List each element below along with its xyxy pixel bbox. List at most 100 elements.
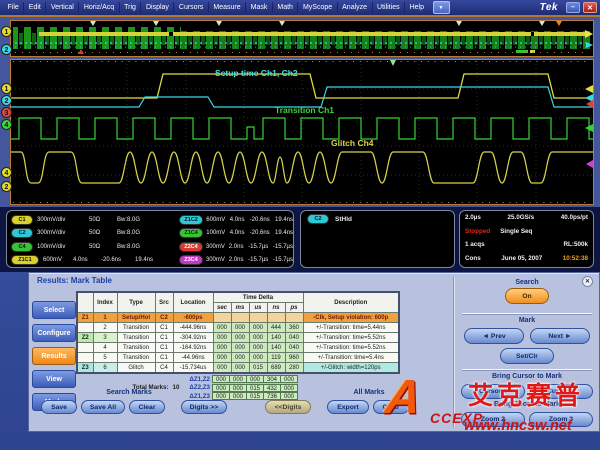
tab-view[interactable]: View (32, 370, 76, 388)
cons-label: Cons (465, 255, 481, 262)
chip-z4[interactable]: 4 (1, 167, 12, 178)
table-row[interactable]: Z11 Setup/HolC2 -600ps -Clk, Setup viola… (77, 313, 399, 323)
acq-count: 1 acqs (465, 241, 485, 248)
horizontal-readout: 2.0µs 25.0GS/s 40.0ps/pt Stopped Single … (459, 210, 594, 268)
chip-ch2[interactable]: 2 (1, 95, 12, 106)
bring-zoom-label: Bring Zoom to Mark (454, 401, 600, 408)
save-button[interactable]: Save (41, 400, 77, 414)
digits-back-button[interactable]: <<Digits (265, 400, 311, 414)
readout-c1[interactable]: C1 300mV/div 50Ω Bw:8.0G (11, 213, 179, 227)
chevron-down-icon[interactable]: ▼ (433, 1, 450, 14)
menu-utilities[interactable]: Utilities (373, 2, 406, 13)
channel-readouts: C1 300mV/div 50Ω Bw:8.0G C2 300mV/div 50… (6, 210, 294, 268)
scope-display: Setup time Ch1, Ch2 Transition Ch1 Glitc… (0, 17, 600, 207)
menu-edit[interactable]: Edit (24, 2, 46, 13)
chip-ch4[interactable]: 4 (1, 119, 12, 130)
sample-rate: 25.0GS/s (507, 214, 534, 221)
minimize-button[interactable]: – (566, 2, 580, 13)
trigger-readout: C2 StHld (300, 210, 455, 268)
save-all-button[interactable]: Save All (81, 400, 125, 414)
table-row[interactable]: 2 TransitionC1 -444.96ns 000000 000444 3… (77, 323, 399, 333)
table-row[interactable]: Z36 GlitchC4 -15.734us 000000 015689 280… (77, 363, 399, 374)
readout-z1c4[interactable]: Z1C4 100mV 4.0ns -20.6ns 19.4ns (179, 227, 293, 241)
clear-all-marks-button[interactable]: Clear (373, 400, 409, 414)
oscilloscope-app: { "menu": { "items": ["File","Edit","Ver… (0, 0, 600, 450)
readout-z1c2[interactable]: Z1C2 600mV 4.0ns -20.6ns 19.4ns (179, 213, 293, 227)
overview-waveform (11, 21, 593, 56)
zoom3-button[interactable]: Zoom 3 (529, 412, 593, 427)
chip-z2[interactable]: 2 (1, 181, 12, 192)
acq-status: Stopped (465, 228, 490, 235)
z-right-marker[interactable] (586, 160, 593, 168)
export-button[interactable]: Export (327, 400, 369, 414)
readout-z2c4[interactable]: Z2C4 300mV 2.0ns -15.7µs -15.7µs (179, 240, 293, 254)
main-waveforms: Setup time Ch1, Ch2 Transition Ch1 Glitc… (11, 60, 593, 204)
glitch-label: Glitch Ch4 (331, 138, 374, 148)
tab-results[interactable]: Results (32, 347, 76, 365)
menu-display[interactable]: Display (141, 2, 174, 13)
delta-z1z2-label: ΔZ1,Z2 (76, 376, 212, 383)
readout-c2[interactable]: C2 300mV/div 50Ω Bw:8.0G (11, 227, 179, 241)
mark-table: Index Type Src Location Time Delta Descr… (76, 291, 400, 401)
chip-ch1-overview[interactable]: 1 (1, 26, 12, 37)
table-row[interactable]: 4 TransitionC1 -164.92ns 000000 000140 0… (77, 343, 399, 353)
cursor1-button[interactable]: Cursor 1 (461, 384, 525, 399)
table-row[interactable]: Z23 TransitionC1 -304.92ns 000000 000140… (77, 333, 399, 343)
tab-select[interactable]: Select (32, 301, 76, 319)
acquisition-overview (10, 20, 594, 57)
digits-forward-button[interactable]: Digits >> (181, 400, 227, 414)
resolution: 40.0ps/pt (561, 214, 588, 221)
search-on-button[interactable]: On (505, 288, 549, 304)
acq-mode: Single Seq (500, 228, 532, 235)
readout-z3c4[interactable]: Z3C4 300mV 2.0ns -15.7µs -15.7µs (179, 254, 293, 268)
date: June 05, 2007 (501, 255, 542, 262)
main-graticule: Setup time Ch1, Ch2 Transition Ch1 Glitc… (10, 59, 594, 205)
search-label: Search (454, 279, 600, 286)
zoom2-button[interactable]: Zoom 2 (461, 412, 525, 427)
menu-measure[interactable]: Measure (209, 2, 246, 13)
menu-trig[interactable]: Trig (120, 2, 142, 13)
chip-ch2-overview[interactable]: 2 (1, 44, 12, 55)
tek-logo: Tek (540, 2, 558, 13)
menu-analyze[interactable]: Analyze (338, 2, 373, 13)
ch1-trace (11, 74, 593, 98)
delta-z2z3-label: ΔZ2,Z3 (189, 384, 210, 391)
menu-myscope[interactable]: MyScope (298, 2, 337, 13)
transition-label: Transition Ch1 (275, 105, 334, 115)
menu-cursors[interactable]: Cursors (174, 2, 209, 13)
menu-horizacq[interactable]: Horiz/Acq (79, 2, 119, 13)
search-marks-label: Search Marks (69, 389, 189, 396)
menu-file[interactable]: File (3, 2, 24, 13)
menu-vertical[interactable]: Vertical (46, 2, 79, 13)
mark-totals: ΔZ1,Z2 000000 000304 000 Total Marks: 10… (76, 375, 400, 401)
chip-ch3[interactable]: 3 (1, 107, 12, 118)
menu-math[interactable]: Math (273, 2, 299, 13)
chip-ch1[interactable]: 1 (1, 83, 12, 94)
set-clear-mark-button[interactable]: Set/Clr (500, 348, 554, 364)
readout-bar: C1 300mV/div 50Ω Bw:8.0G C2 300mV/div 50… (0, 207, 600, 272)
table-header-row: Index Type Src Location Time Delta Descr… (77, 292, 399, 303)
readout-z1c1[interactable]: Z1C1 600mV 4.0ns -20.6ns 19.4ns (11, 254, 179, 268)
divider (462, 369, 592, 370)
prev-mark-button[interactable]: ◄ Prev (464, 328, 524, 344)
cursor2-button[interactable]: Cursor 2 (529, 384, 593, 399)
tab-configure[interactable]: Configure (32, 324, 76, 342)
trigger-source[interactable]: C2 StHld (301, 211, 454, 227)
ch1-right-marker[interactable] (585, 85, 593, 93)
horiz-scale: 2.0µs (465, 214, 481, 221)
menu-help[interactable]: Help (405, 2, 428, 13)
bring-cursor-label: Bring Cursor to Mark (454, 373, 600, 380)
next-mark-button[interactable]: Next ► (530, 328, 590, 344)
record-length: RL:500k (564, 241, 589, 248)
trigger-level-icon[interactable] (390, 60, 396, 66)
mark-label: Mark (454, 317, 600, 324)
clock: 10:52:38 (563, 255, 588, 262)
clear-search-marks-button[interactable]: Clear (129, 400, 165, 414)
overview-ch1-band (39, 32, 587, 36)
trigger-position-icon[interactable] (556, 21, 562, 26)
dialog-title: Results: Mark Table (37, 276, 112, 285)
menu-mask[interactable]: Mask (246, 2, 273, 13)
close-button[interactable]: ✕ (583, 2, 597, 13)
readout-c4[interactable]: C4 100mV/div 50Ω Bw:8.0G (11, 240, 179, 254)
table-row[interactable]: 5 TransitionC1 -44.96ns 000000 000119 96… (77, 353, 399, 363)
